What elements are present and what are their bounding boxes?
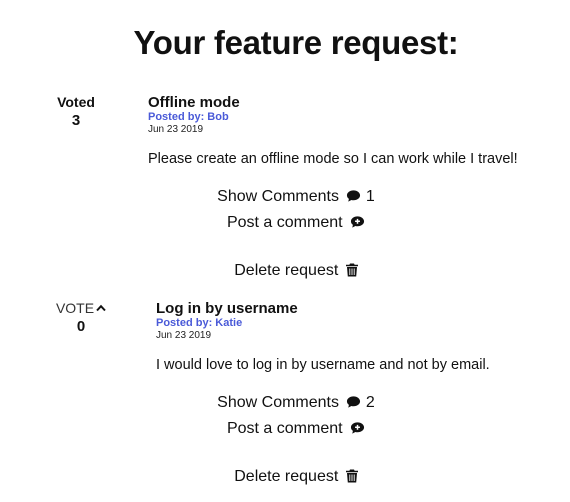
- show-comments-button[interactable]: Show Comments 1: [217, 188, 375, 205]
- show-comments-row: Show Comments 2: [0, 394, 570, 412]
- comment-icon: [347, 396, 361, 408]
- show-comments-row: Show Comments 1: [0, 188, 570, 206]
- vote-count: 0: [76, 318, 86, 335]
- vote-button[interactable]: VOTE: [54, 300, 108, 316]
- post-comment-label: Post a comment: [226, 214, 343, 231]
- posted-date: Jun 23 2019: [148, 124, 204, 135]
- voted-label: Voted: [57, 94, 95, 110]
- post-comment-row: Post a comment: [0, 420, 570, 438]
- comment-plus-icon: [350, 422, 365, 434]
- post-comment-label: Post a comment: [226, 420, 343, 437]
- trash-icon: [345, 263, 358, 277]
- request-body: I would love to log in by username and n…: [156, 357, 490, 373]
- request-content: Offline mode Posted by: Bob Jun 23 2019 …: [148, 94, 518, 167]
- comment-count: 2: [365, 394, 375, 411]
- request-title: Log in by username: [156, 300, 298, 317]
- show-comments-label: Show Comments: [217, 394, 339, 411]
- comment-count: 1: [365, 188, 375, 205]
- delete-request-row: Delete request: [0, 468, 570, 486]
- vote-label: VOTE: [55, 300, 95, 316]
- show-comments-label: Show Comments: [217, 188, 339, 205]
- post-comment-button[interactable]: Post a comment: [227, 214, 365, 231]
- vote-status: VOTE 0: [54, 300, 108, 335]
- post-comment-button[interactable]: Post a comment: [227, 420, 365, 437]
- delete-request-button[interactable]: Delete request: [234, 262, 358, 279]
- trash-icon: [345, 469, 358, 483]
- posted-by: Posted by: Katie: [156, 317, 243, 329]
- delete-request-label: Delete request: [234, 468, 339, 485]
- page-title: Your feature request:: [133, 24, 459, 61]
- post-comment-row: Post a comment: [0, 214, 570, 232]
- vote-status: Voted 3: [54, 94, 98, 129]
- delete-request-button[interactable]: Delete request: [234, 468, 358, 485]
- request-content: Log in by username Posted by: Katie Jun …: [156, 300, 490, 373]
- comment-icon: [347, 190, 361, 202]
- vote-count: 3: [71, 112, 81, 129]
- request-body: Please create an offline mode so I can w…: [148, 151, 518, 167]
- comment-plus-icon: [350, 216, 365, 228]
- posted-date: Jun 23 2019: [156, 330, 212, 341]
- request-title: Offline mode: [148, 94, 240, 111]
- show-comments-button[interactable]: Show Comments 2: [217, 394, 375, 411]
- delete-request-label: Delete request: [234, 262, 339, 279]
- delete-request-row: Delete request: [0, 262, 570, 280]
- posted-by: Posted by: Bob: [148, 111, 229, 123]
- caret-up-icon: [96, 304, 106, 312]
